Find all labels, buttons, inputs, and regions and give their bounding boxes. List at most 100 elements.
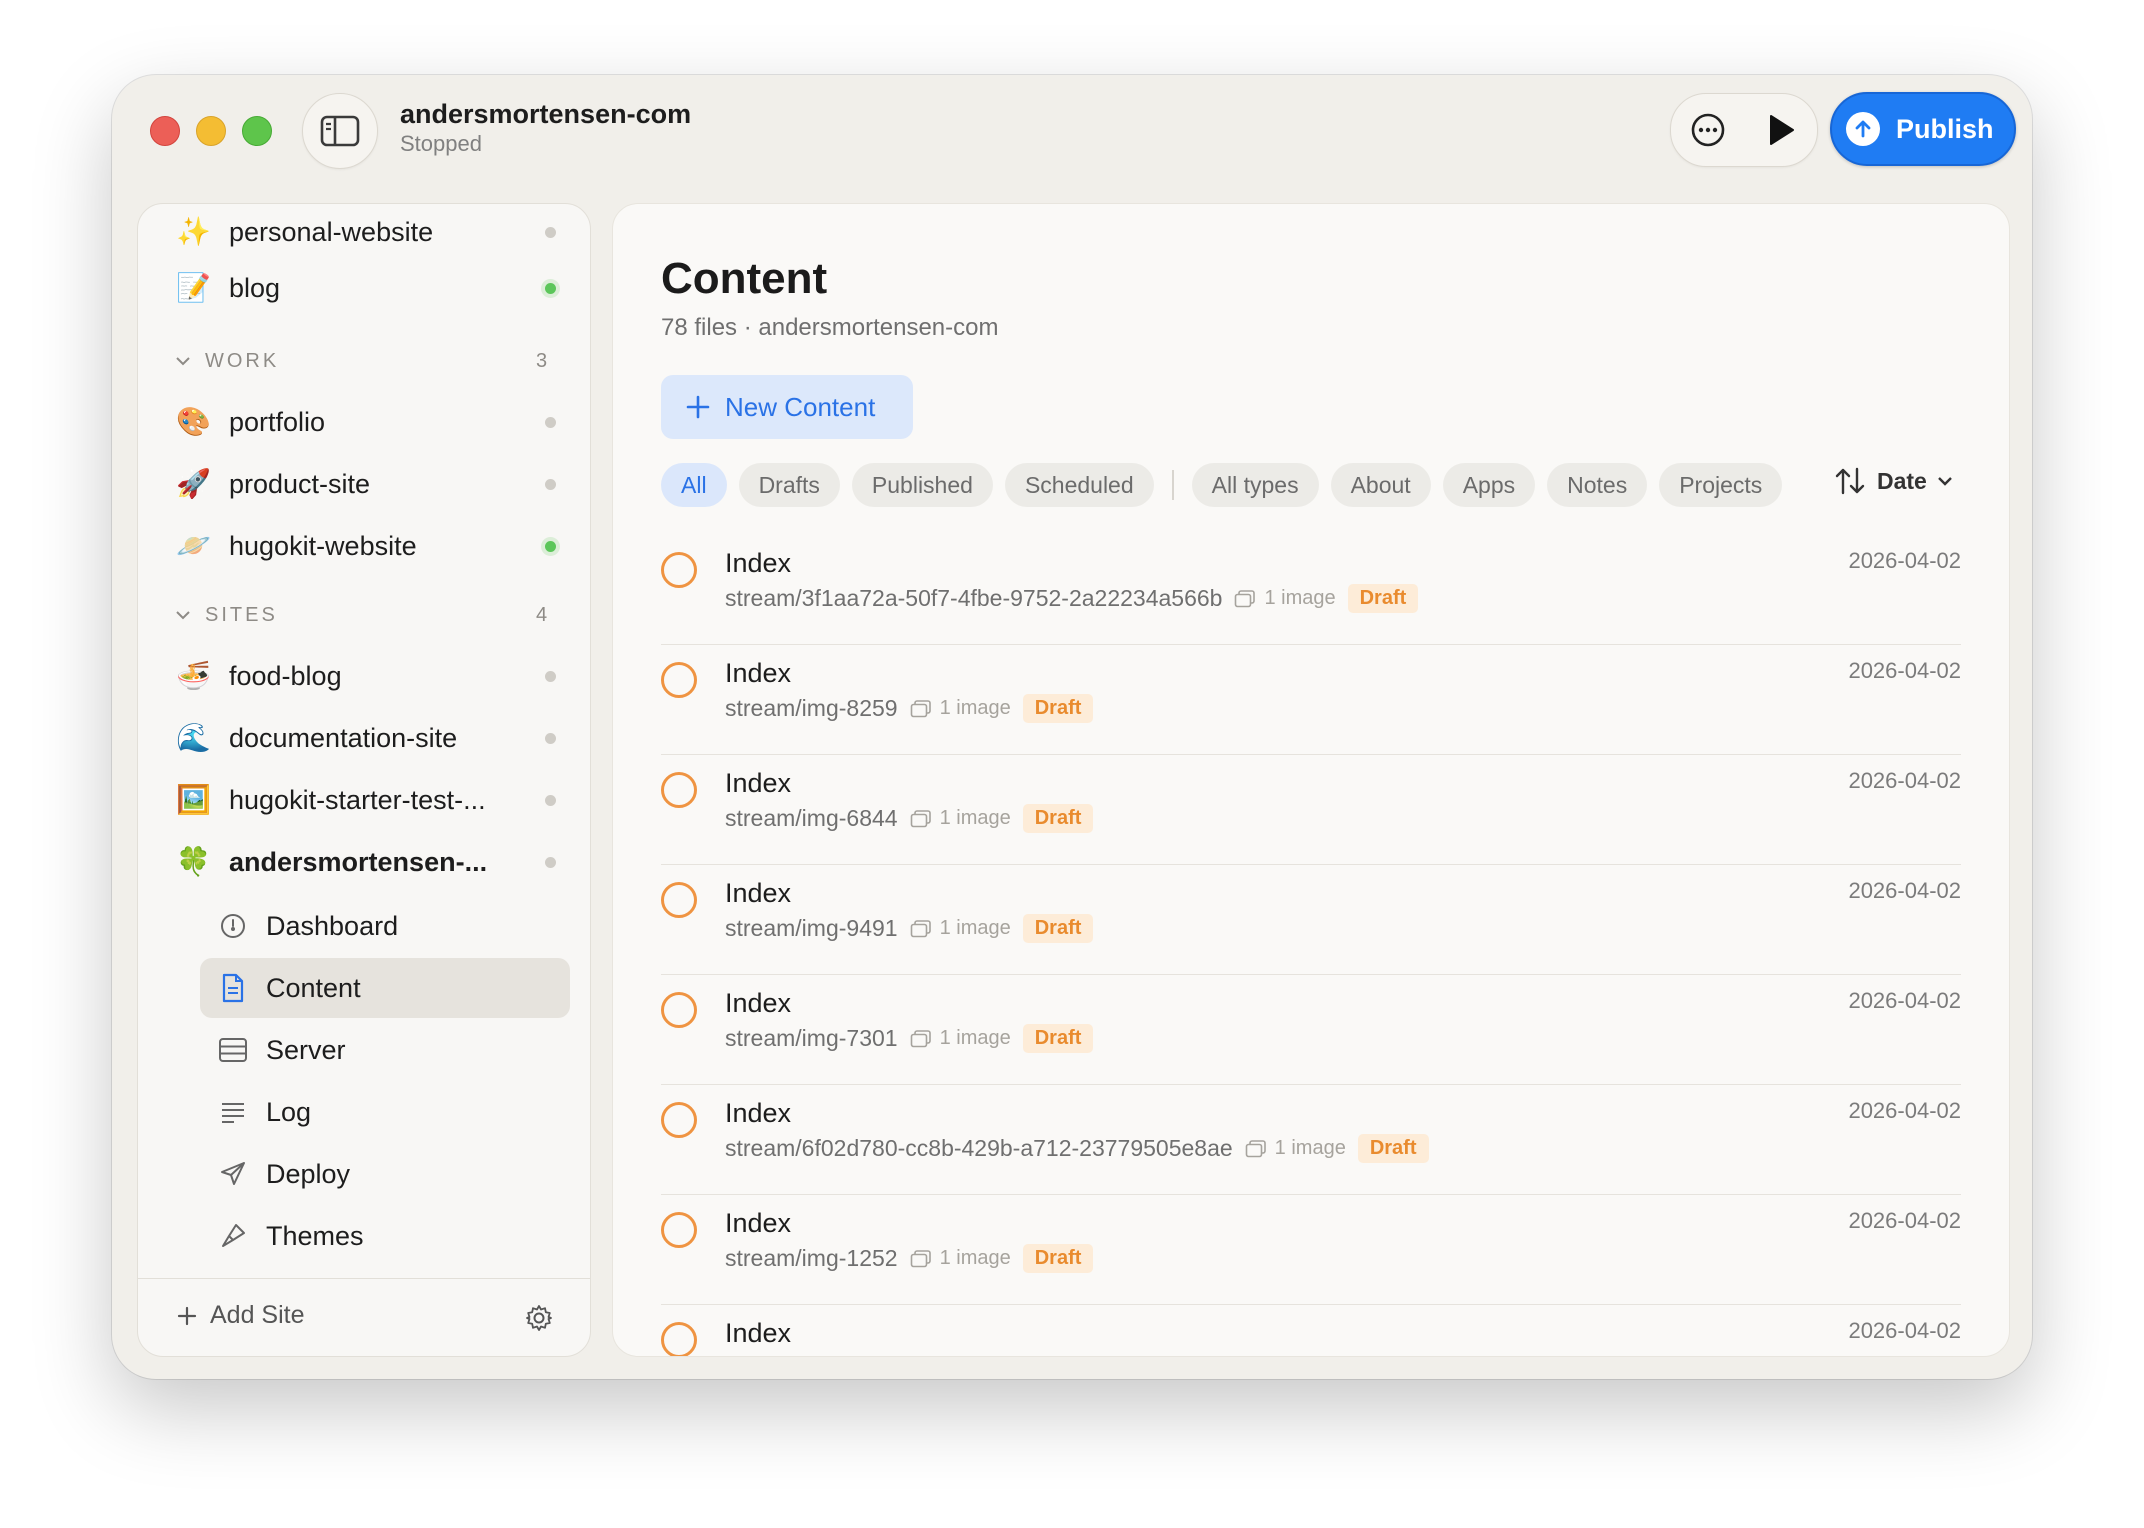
publish-label: Publish bbox=[1896, 113, 1994, 144]
nav-dashboard[interactable]: Dashboard bbox=[200, 896, 570, 956]
deploy-icon bbox=[218, 1159, 248, 1189]
server-icon bbox=[218, 1035, 248, 1065]
row-title: Index bbox=[725, 1318, 792, 1348]
sidebar-item-hugokit-starter-test[interactable]: 🖼️ hugokit-starter-test-... bbox=[138, 772, 590, 828]
image-count-label: 1 image bbox=[1264, 587, 1336, 609]
sidebar-item-blog[interactable]: 📝 blog bbox=[138, 260, 590, 316]
content-row[interactable]: Index stream/img-9491 1 image Draft 2026… bbox=[661, 864, 1961, 975]
server-status: Stopped bbox=[400, 131, 482, 156]
add-site-button[interactable]: Add Site bbox=[176, 1301, 305, 1330]
run-server-button[interactable] bbox=[1759, 108, 1803, 152]
filter-all[interactable]: All bbox=[661, 463, 727, 507]
row-date: 2026-04-02 bbox=[1848, 658, 1961, 683]
row-date: 2026-04-02 bbox=[1848, 1208, 1961, 1233]
image-count: 1 image bbox=[910, 1027, 1011, 1050]
status-dot bbox=[545, 670, 556, 682]
row-meta: stream/img-6844 1 image Draft bbox=[725, 804, 1094, 833]
publish-button[interactable]: Publish bbox=[1830, 92, 2016, 166]
filter-drafts[interactable]: Drafts bbox=[738, 463, 840, 507]
image-count: 1 image bbox=[910, 917, 1011, 940]
image-count-label: 1 image bbox=[939, 1027, 1011, 1049]
content-row[interactable]: Index stream/img-6844 1 image Draft 2026… bbox=[661, 754, 1961, 865]
play-icon bbox=[1769, 115, 1794, 145]
images-icon bbox=[910, 1249, 931, 1267]
nav-themes[interactable]: Themes bbox=[200, 1206, 570, 1266]
ringed-planet-icon: 🪐 bbox=[176, 529, 211, 562]
settings-gear-icon[interactable] bbox=[524, 1303, 554, 1333]
status-dot-running bbox=[545, 282, 556, 294]
row-date: 2026-04-02 bbox=[1848, 988, 1961, 1013]
filter-projects[interactable]: Projects bbox=[1659, 463, 1783, 507]
sidebar-item-label: personal-website bbox=[229, 216, 434, 247]
palette-icon: 🎨 bbox=[176, 405, 211, 438]
app-window: andersmortensen-com Stopped Publish ✨ pe… bbox=[112, 75, 2032, 1379]
image-count: 1 image bbox=[1245, 1137, 1346, 1160]
row-date: 2026-04-02 bbox=[1848, 878, 1961, 903]
draft-status-circle bbox=[661, 662, 697, 698]
zoom-window-button[interactable] bbox=[242, 116, 272, 146]
status-dot bbox=[545, 226, 556, 238]
content-row[interactable]: Index stream/img-8259 1 image Draft 2026… bbox=[661, 644, 1961, 755]
new-content-label: New Content bbox=[725, 391, 876, 422]
clover-icon: 🍀 bbox=[176, 845, 211, 878]
filter-published[interactable]: Published bbox=[851, 463, 993, 507]
filter-bar: All Drafts Published Scheduled All types… bbox=[661, 462, 1794, 508]
draft-badge: Draft bbox=[1022, 804, 1094, 833]
sidebar-item-product-site[interactable]: 🚀 product-site bbox=[138, 456, 590, 512]
content-row[interactable]: Index stream/6f02d780-cc8b-429b-a712-237… bbox=[661, 1084, 1961, 1195]
content-row[interactable]: Index stream/3f1aa72a-50f7-4fbe-9752-2a2… bbox=[661, 534, 1961, 645]
sidebar-item-andersmortensen[interactable]: 🍀 andersmortensen-... bbox=[138, 834, 590, 890]
content-row[interactable]: Index 2026-04-02 bbox=[661, 1304, 1961, 1356]
row-title: Index bbox=[725, 878, 792, 908]
sort-dropdown[interactable]: Date bbox=[1833, 466, 1953, 496]
sidebar-item-label: andersmortensen-... bbox=[229, 846, 488, 877]
section-label: SITES bbox=[205, 603, 278, 626]
images-icon bbox=[910, 809, 931, 827]
row-meta: stream/img-1252 1 image Draft bbox=[725, 1244, 1094, 1273]
section-header-sites[interactable]: SITES 4 bbox=[138, 595, 590, 635]
close-window-button[interactable] bbox=[150, 116, 180, 146]
filter-about[interactable]: About bbox=[1330, 463, 1431, 507]
row-path: stream/img-1252 bbox=[725, 1245, 898, 1271]
draft-status-circle bbox=[661, 1102, 697, 1138]
sidebar-footer: Add Site bbox=[138, 1278, 590, 1356]
image-count-label: 1 image bbox=[939, 1247, 1011, 1269]
nav-content[interactable]: Content bbox=[200, 958, 570, 1018]
nav-deploy[interactable]: Deploy bbox=[200, 1144, 570, 1204]
content-row[interactable]: Index stream/img-7301 1 image Draft 2026… bbox=[661, 974, 1961, 1085]
row-title: Index bbox=[725, 988, 792, 1018]
images-icon bbox=[1235, 589, 1256, 607]
sparkles-icon: ✨ bbox=[176, 215, 211, 248]
memo-icon: 📝 bbox=[176, 271, 211, 304]
section-header-work[interactable]: WORK 3 bbox=[138, 341, 590, 381]
content-panel: Content 78 files · andersmortensen-com N… bbox=[612, 203, 2010, 1357]
minimize-window-button[interactable] bbox=[196, 116, 226, 146]
sidebar-item-label: hugokit-starter-test-... bbox=[229, 784, 486, 815]
nav-server[interactable]: Server bbox=[200, 1020, 570, 1080]
chevron-down-icon bbox=[175, 351, 191, 372]
nav-log[interactable]: Log bbox=[200, 1082, 570, 1142]
add-site-label: Add Site bbox=[210, 1301, 305, 1329]
filter-all-types[interactable]: All types bbox=[1191, 463, 1319, 507]
draft-badge: Draft bbox=[1357, 1134, 1429, 1163]
row-path: stream/img-8259 bbox=[725, 695, 898, 721]
new-content-button[interactable]: New Content bbox=[661, 375, 913, 439]
sidebar-item-portfolio[interactable]: 🎨 portfolio bbox=[138, 394, 590, 450]
filter-apps[interactable]: Apps bbox=[1442, 463, 1536, 507]
filter-scheduled[interactable]: Scheduled bbox=[1004, 463, 1154, 507]
images-icon bbox=[910, 1029, 931, 1047]
sidebar-item-documentation-site[interactable]: 🌊 documentation-site bbox=[138, 710, 590, 766]
nav-label: Content bbox=[266, 972, 361, 1003]
draft-badge: Draft bbox=[1022, 1244, 1094, 1273]
sidebar-item-hugokit-website[interactable]: 🪐 hugokit-website bbox=[138, 518, 590, 574]
row-title: Index bbox=[725, 768, 792, 798]
filter-notes[interactable]: Notes bbox=[1547, 463, 1648, 507]
section-count: 3 bbox=[536, 349, 548, 372]
upload-arrow-icon bbox=[1846, 112, 1880, 146]
content-row[interactable]: Index stream/img-1252 1 image Draft 2026… bbox=[661, 1194, 1961, 1305]
sidebar-toggle-button[interactable] bbox=[302, 93, 378, 169]
sidebar-item-food-blog[interactable]: 🍜 food-blog bbox=[138, 648, 590, 704]
more-options-button[interactable] bbox=[1686, 108, 1730, 152]
log-icon bbox=[218, 1097, 248, 1127]
sidebar-item-personal-website[interactable]: ✨ personal-website bbox=[138, 204, 590, 260]
